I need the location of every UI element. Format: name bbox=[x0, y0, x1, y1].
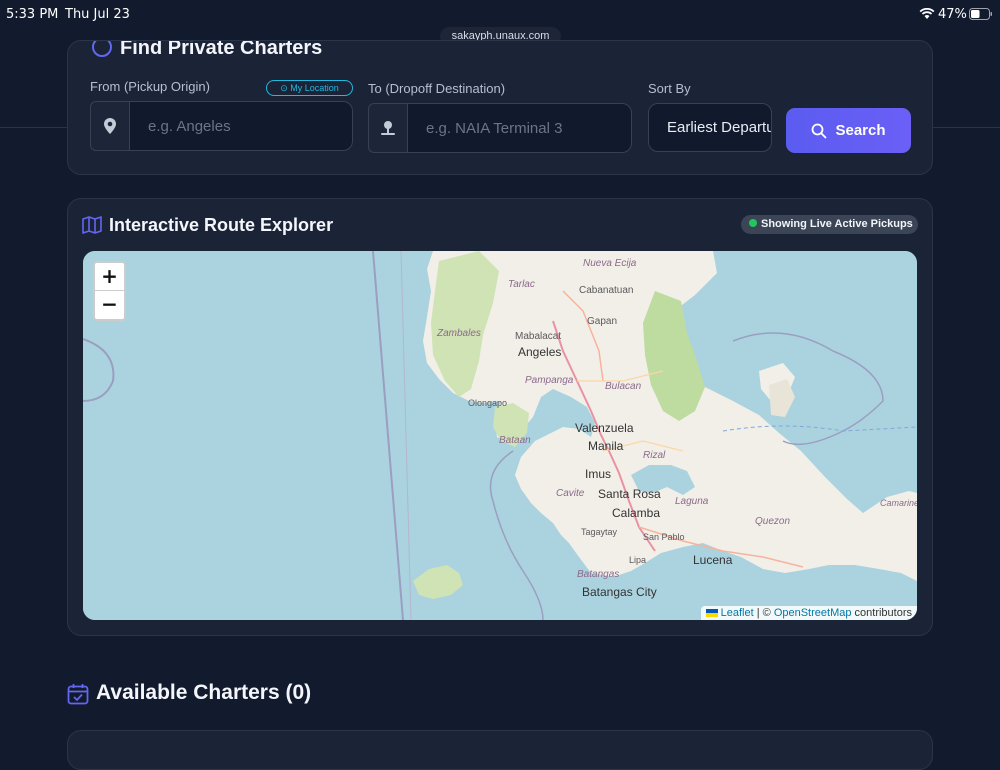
status-date: Thu Jul 23 bbox=[65, 7, 130, 22]
label-zambales: Zambales bbox=[436, 328, 481, 339]
sort-label: Sort By bbox=[648, 81, 691, 96]
label-imus: Imus bbox=[585, 467, 611, 481]
label-cabanatuan: Cabanatuan bbox=[579, 285, 634, 296]
label-quezon: Quezon bbox=[755, 516, 790, 527]
from-input[interactable]: e.g. Angeles bbox=[129, 101, 353, 151]
ukraine-flag-icon bbox=[705, 609, 718, 618]
label-batangas: Batangas bbox=[577, 569, 619, 580]
zoom-control: + − bbox=[93, 261, 126, 321]
my-location-label: My Location bbox=[290, 83, 339, 93]
route-map[interactable]: Nueva Ecija Tarlac Cabanatuan Zambales M… bbox=[83, 251, 917, 620]
zoom-out-button[interactable]: − bbox=[95, 291, 124, 318]
search-icon bbox=[812, 123, 827, 138]
search-button-label: Search bbox=[835, 122, 886, 139]
label-olongapo: Olongapo bbox=[468, 398, 507, 408]
label-bulacan: Bulacan bbox=[605, 381, 642, 392]
label-santa-rosa: Santa Rosa bbox=[598, 487, 661, 501]
label-lucena: Lucena bbox=[693, 553, 733, 567]
label-rizal: Rizal bbox=[643, 450, 666, 461]
osm-link[interactable]: OpenStreetMap bbox=[774, 607, 852, 619]
label-mabalacat: Mabalacat bbox=[515, 331, 561, 342]
label-nueva-ecija: Nueva Ecija bbox=[583, 258, 637, 269]
available-charters-title: Available Charters (0) bbox=[96, 681, 312, 704]
label-tagaytay: Tagaytay bbox=[581, 527, 618, 537]
header-divider-right bbox=[933, 127, 1000, 128]
location-marker-icon bbox=[381, 121, 395, 135]
leaflet-link[interactable]: Leaflet bbox=[721, 607, 754, 619]
from-label: From (Pickup Origin) bbox=[90, 79, 210, 94]
label-gapan: Gapan bbox=[587, 316, 617, 327]
map-tiles[interactable]: Nueva Ecija Tarlac Cabanatuan Zambales M… bbox=[83, 251, 917, 620]
to-input[interactable]: e.g. NAIA Terminal 3 bbox=[407, 103, 632, 153]
label-angeles: Angeles bbox=[518, 345, 561, 359]
route-explorer-card: Interactive Route Explorer Showing Live … bbox=[67, 198, 933, 636]
sort-select[interactable]: Earliest Departure bbox=[648, 103, 772, 152]
battery-percent: 47% bbox=[938, 7, 967, 22]
label-bataan: Bataan bbox=[499, 435, 531, 446]
label-lipa: Lipa bbox=[629, 555, 646, 565]
search-panel: Find Private Charters From (Pickup Origi… bbox=[67, 40, 933, 175]
label-manila: Manila bbox=[588, 439, 624, 453]
status-time: 5:33 PM bbox=[6, 7, 59, 22]
calendar-check-icon bbox=[67, 684, 89, 705]
attribution-separator: | © bbox=[753, 607, 774, 619]
zoom-in-button[interactable]: + bbox=[95, 263, 124, 291]
explorer-title: Interactive Route Explorer bbox=[109, 215, 334, 235]
map-pin-icon bbox=[104, 118, 116, 134]
my-location-button[interactable]: ⊙ My Location bbox=[266, 80, 353, 96]
map-attribution: Leaflet | © OpenStreetMap contributors bbox=[700, 606, 917, 620]
crosshair-icon: ⊙ bbox=[280, 83, 288, 93]
battery-icon bbox=[969, 8, 992, 20]
live-badge-label: Showing Live Active Pickups bbox=[761, 218, 913, 230]
live-dot bbox=[749, 219, 757, 228]
to-icon-box bbox=[368, 103, 408, 153]
label-laguna: Laguna bbox=[675, 496, 709, 507]
label-cavite: Cavite bbox=[556, 488, 585, 499]
live-pickups-badge: Showing Live Active Pickups bbox=[741, 215, 918, 234]
label-valenzuela: Valenzuela bbox=[575, 421, 634, 435]
search-panel-icon bbox=[92, 41, 112, 57]
search-panel-title: Find Private Charters bbox=[120, 40, 323, 59]
charters-list-card bbox=[67, 730, 933, 770]
map-icon bbox=[82, 216, 102, 234]
attribution-tail: contributors bbox=[851, 607, 912, 619]
from-icon-box bbox=[90, 101, 130, 151]
label-calamba: Calamba bbox=[612, 506, 660, 520]
label-camarines-norte: Camarines Norte bbox=[880, 498, 917, 508]
label-batangas-city: Batangas City bbox=[582, 585, 657, 599]
to-label: To (Dropoff Destination) bbox=[368, 81, 506, 96]
search-button[interactable]: Search bbox=[786, 108, 911, 153]
label-pampanga: Pampanga bbox=[525, 375, 574, 386]
label-san-pablo: San Pablo bbox=[643, 532, 685, 542]
wifi-icon bbox=[919, 8, 935, 19]
label-tarlac: Tarlac bbox=[508, 279, 535, 290]
header-divider-left bbox=[0, 127, 67, 128]
